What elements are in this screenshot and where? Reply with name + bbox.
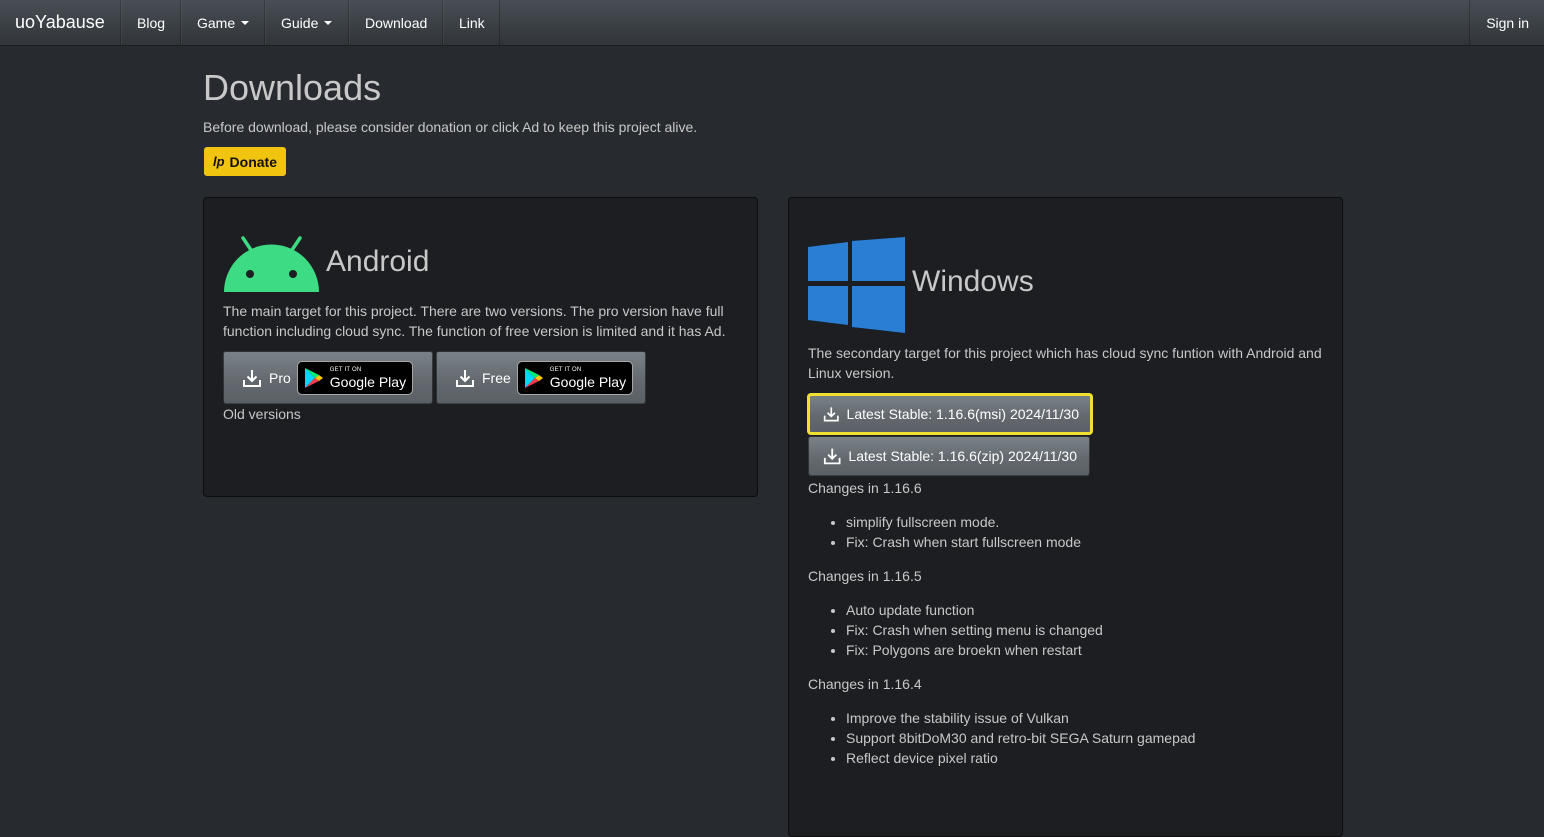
donate-button[interactable]: lp Donate — [204, 147, 286, 176]
download-icon — [823, 407, 839, 422]
download-zip-button[interactable]: Latest Stable: 1.16.6(zip) 2024/11/30 — [808, 436, 1090, 476]
list-item: Fix: Crash when setting menu is changed — [846, 620, 1103, 640]
list-item: Fix: Polygons are broekn when restart — [846, 640, 1103, 660]
list-item: Reflect device pixel ratio — [846, 748, 1195, 768]
top-navbar: uoYabause Blog Game Guide Download Link … — [0, 0, 1544, 46]
android-header: Android — [223, 236, 429, 292]
nav-download[interactable]: Download — [349, 0, 443, 45]
changes-heading: Changes in 1.16.6 — [808, 480, 922, 496]
nav-blog-label: Blog — [137, 14, 166, 31]
list-item: Auto update function — [846, 600, 1103, 620]
windows-header: Windows — [808, 237, 1034, 333]
download-msi-button[interactable]: Latest Stable: 1.16.6(msi) 2024/11/30 — [807, 393, 1093, 435]
badge-small-text: GET IT ON — [549, 366, 582, 373]
old-versions-link[interactable]: Old versions — [223, 406, 301, 422]
google-play-icon — [304, 367, 323, 388]
donate-label: Donate — [229, 153, 277, 170]
badge-big-text: Google Play — [549, 373, 627, 390]
zip-button-label: Latest Stable: 1.16.6(zip) 2024/11/30 — [848, 448, 1077, 464]
msi-button-label: Latest Stable: 1.16.6(msi) 2024/11/30 — [846, 406, 1079, 422]
google-play-icon — [524, 367, 543, 388]
list-item: Fix: Crash when start fullscreen mode — [846, 532, 1081, 552]
nav-link[interactable]: Link — [443, 0, 500, 45]
android-description: The main target for this project. There … — [223, 303, 726, 339]
windows-description: The secondary target for this project wh… — [808, 345, 1322, 381]
changes-heading: Changes in 1.16.5 — [808, 568, 922, 584]
android-panel: Android The main target for this project… — [203, 197, 758, 497]
liberapay-icon: lp — [212, 154, 225, 169]
list-item: Improve the stability issue of Vulkan — [846, 708, 1195, 728]
windows-logo-icon — [808, 237, 905, 333]
changes-list: Auto update function Fix: Crash when set… — [828, 600, 1103, 660]
nav-game-label: Game — [197, 14, 236, 31]
pro-label: Pro — [269, 369, 291, 386]
sign-in-label: Sign in — [1486, 14, 1529, 31]
caret-down-icon — [241, 20, 250, 25]
badge-small-text: GET IT ON — [329, 366, 362, 373]
windows-title: Windows — [912, 265, 1034, 298]
list-item: simplify fullscreen mode. — [846, 512, 1081, 532]
android-pro-button[interactable]: Pro GET IT ON Google Play — [223, 351, 433, 404]
nav-game-dropdown[interactable]: Game — [181, 0, 265, 45]
changes-list: simplify fullscreen mode. Fix: Crash whe… — [828, 512, 1081, 552]
android-free-button[interactable]: Free GET IT ON Google Play — [436, 351, 646, 404]
page-title: Downloads — [203, 67, 382, 108]
badge-big-text: Google Play — [329, 373, 407, 390]
brand-link[interactable]: uoYabause — [0, 0, 121, 45]
google-play-badge: GET IT ON Google Play — [516, 360, 633, 395]
android-logo-icon — [224, 236, 319, 292]
sign-in-link[interactable]: Sign in — [1469, 0, 1544, 45]
nav-guide-dropdown[interactable]: Guide — [265, 0, 349, 45]
nav-link-label: Link — [459, 14, 485, 31]
download-icon — [243, 369, 261, 387]
changes-list: Improve the stability issue of Vulkan Su… — [828, 708, 1195, 768]
google-play-badge: GET IT ON Google Play — [296, 360, 413, 395]
download-icon — [456, 369, 474, 387]
changes-heading: Changes in 1.16.4 — [808, 676, 922, 692]
intro-text: Before download, please consider donatio… — [203, 119, 698, 135]
download-icon — [823, 448, 841, 465]
nav-guide-label: Guide — [281, 14, 319, 31]
nav-download-label: Download — [365, 14, 428, 31]
windows-panel: Windows The secondary target for this pr… — [788, 197, 1343, 837]
free-label: Free — [482, 369, 511, 386]
list-item: Support 8bitDoM30 and retro-bit SEGA Sat… — [846, 728, 1195, 748]
caret-down-icon — [324, 20, 333, 25]
nav-blog[interactable]: Blog — [121, 0, 181, 45]
android-title: Android — [326, 245, 430, 278]
